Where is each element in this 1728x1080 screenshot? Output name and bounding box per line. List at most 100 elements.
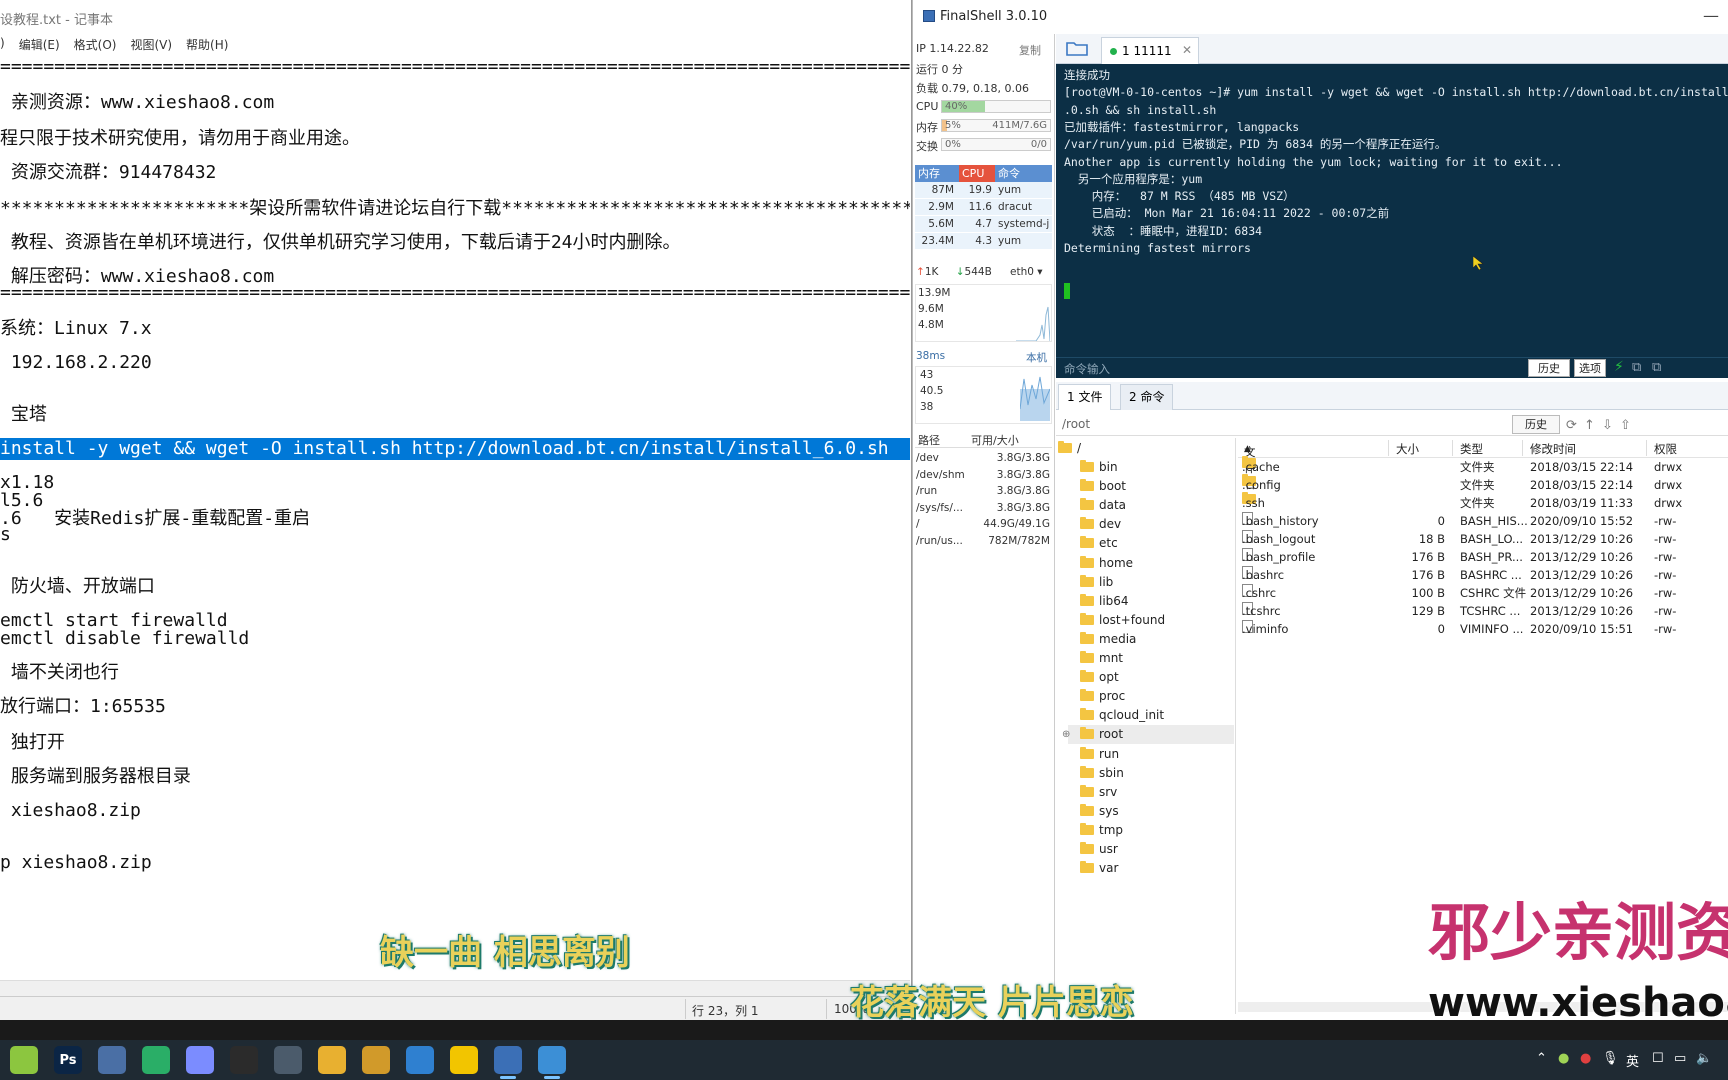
file-row[interactable]: .bash_profile 176 B BASH_PR... 2013/12/29 1… xyxy=(1238,548,1728,566)
qq-icon[interactable] xyxy=(230,1046,258,1074)
volume-icon[interactable]: 🔈 xyxy=(1696,1051,1712,1066)
notepad-icon[interactable] xyxy=(538,1046,566,1079)
photoshop-icon[interactable]: Ps xyxy=(54,1046,82,1074)
tree-node-home[interactable]: home xyxy=(1068,554,1234,573)
app-icon[interactable] xyxy=(450,1046,478,1074)
file-row[interactable]: .bashrc 176 B BASHRC ... 2013/12/29 10:26 -r… xyxy=(1238,566,1728,584)
copy-icon[interactable]: ⧉ xyxy=(1632,360,1641,375)
tree-node-mnt[interactable]: mnt xyxy=(1068,649,1234,668)
text-line: 防火墙、开放端口 xyxy=(0,576,155,597)
paste-icon[interactable]: ⧉ xyxy=(1652,360,1661,375)
microphone-icon[interactable]: 🎙 xyxy=(1602,1051,1619,1066)
tree-node-label: boot xyxy=(1099,479,1127,494)
tree-node-lost-found[interactable]: lost+found xyxy=(1068,611,1234,630)
file-row[interactable]: .config 文件夹 2018/03/15 22:14 drwx xyxy=(1238,474,1728,494)
file-row[interactable]: .cshrc 100 B CSHRC 文件 2013/12/29 10:26 -rw- xyxy=(1238,584,1728,602)
tree-node-qcloud-init[interactable]: qcloud_init xyxy=(1068,706,1234,725)
close-tab-icon[interactable]: ✕ xyxy=(1182,43,1192,57)
process-header-memory[interactable]: 内存 xyxy=(915,165,959,182)
file-row[interactable]: .ssh 文件夹 2018/03/19 11:33 drwx xyxy=(1238,492,1728,512)
file-row[interactable]: .cache 文件夹 2018/03/15 22:14 drwx xyxy=(1238,456,1728,476)
tree-node-lib[interactable]: lib xyxy=(1068,573,1234,592)
session-tab[interactable]: 1 11111 ✕ xyxy=(1101,37,1199,64)
tree-node-proc[interactable]: proc xyxy=(1068,687,1234,706)
copy-ip-button[interactable]: 复制 xyxy=(1019,42,1041,58)
tab-files[interactable]: 1 文件 xyxy=(1058,384,1112,410)
tree-node-srv[interactable]: srv xyxy=(1068,783,1234,802)
command-options-button[interactable]: 选项 xyxy=(1574,359,1606,377)
refresh-icon[interactable]: ⟳ xyxy=(1566,418,1577,433)
tree-node-sys[interactable]: sys xyxy=(1068,802,1234,821)
tray-qq-icon[interactable]: ● xyxy=(1580,1051,1591,1066)
tray-expand-icon[interactable]: ⌃ xyxy=(1536,1051,1547,1066)
app-icon[interactable] xyxy=(362,1046,390,1074)
process-header-command[interactable]: 命令 xyxy=(995,165,1052,182)
folder-icon[interactable] xyxy=(318,1046,346,1074)
minimize-button[interactable]: — xyxy=(1703,6,1719,25)
tree-node-tmp[interactable]: tmp xyxy=(1068,821,1234,840)
menu-help[interactable]: 帮助(H) xyxy=(186,36,228,56)
remote-desktop-icon[interactable] xyxy=(274,1046,302,1074)
command-input-bar[interactable]: 命令输入 历史 选项 ⚡ ⧉ ⧉ xyxy=(1056,357,1728,378)
file-row[interactable]: .tcshrc 129 B TCSHRC ... 2013/12/29 10:26 -r… xyxy=(1238,602,1728,620)
tree-node-root[interactable]: ⊕ root xyxy=(1062,725,1234,745)
file-mtime: 2013/12/29 10:26 xyxy=(1530,586,1634,600)
ime-indicator[interactable]: 英 xyxy=(1626,1051,1639,1070)
column-type[interactable]: 类型 xyxy=(1460,441,1483,457)
open-folder-icon[interactable] xyxy=(1066,40,1088,56)
tree-node-root[interactable]: / xyxy=(1058,439,1081,458)
app-icon[interactable] xyxy=(186,1046,214,1074)
file-row[interactable]: .bash_history 0 BASH_HIS... 2020/09/10 15:5… xyxy=(1238,512,1728,530)
file-mtime: 2013/12/29 10:26 xyxy=(1530,532,1634,546)
expand-icon[interactable]: ⊕ xyxy=(1062,725,1070,744)
process-row[interactable]: 5.6M 4.7 systemd-j xyxy=(915,216,1052,233)
tray-app-icon[interactable]: ● xyxy=(1558,1051,1569,1066)
process-row[interactable]: 87M 19.9 yum xyxy=(915,182,1052,199)
process-header-cpu[interactable]: CPU xyxy=(959,165,995,182)
process-table-header: 内存 CPU 命令 xyxy=(915,165,1052,182)
command-history-button[interactable]: 历史 xyxy=(1528,359,1570,377)
file-permissions: drwx xyxy=(1654,496,1683,510)
tab-commands[interactable]: 2 命令 xyxy=(1120,384,1174,410)
net-interface-select[interactable]: eth0 ▾ xyxy=(1010,266,1043,278)
lightning-icon[interactable]: ⚡ xyxy=(1614,359,1624,375)
tree-node-sbin[interactable]: sbin xyxy=(1068,764,1234,783)
process-row[interactable]: 2.9M 11.6 dracut xyxy=(915,199,1052,216)
file-row[interactable]: .bash_logout 18 B BASH_LO... 2013/12/29 10:… xyxy=(1238,530,1728,548)
notepad-text-area[interactable]: ========================================… xyxy=(0,56,910,980)
tree-node-bin[interactable]: bin xyxy=(1068,458,1234,477)
tree-node-usr[interactable]: usr xyxy=(1068,840,1234,859)
column-mtime[interactable]: 修改时间 xyxy=(1530,441,1576,457)
terminal[interactable]: 连接成功 [root@VM-0-10-centos ~]# yum install… xyxy=(1056,64,1728,378)
tree-node-dev[interactable]: dev xyxy=(1068,515,1234,534)
tree-node-etc[interactable]: etc xyxy=(1068,534,1234,553)
column-permissions[interactable]: 权限 xyxy=(1654,441,1677,457)
wechat-icon[interactable] xyxy=(142,1046,170,1074)
tree-node-lib64[interactable]: lib64 xyxy=(1068,592,1234,611)
notepad-horizontal-scrollbar[interactable] xyxy=(0,980,910,996)
tree-node-media[interactable]: media xyxy=(1068,630,1234,649)
menu-view[interactable]: 视图(V) xyxy=(130,36,172,56)
menu-file-fragment[interactable]: ) xyxy=(0,36,5,56)
network-icon[interactable]: ▭ xyxy=(1674,1051,1686,1066)
app-icon[interactable] xyxy=(10,1046,38,1074)
path-history-button[interactable]: 历史 xyxy=(1512,415,1560,434)
download-icon[interactable]: ⇩ xyxy=(1602,418,1613,433)
path-bar[interactable]: /root 历史 ⟳ ↑ ⇩ ⇧ xyxy=(1056,414,1728,436)
tree-node-run[interactable]: run xyxy=(1068,745,1234,764)
notification-icon[interactable]: ☐ xyxy=(1652,1051,1664,1066)
process-row[interactable]: 23.4M 4.3 yum xyxy=(915,233,1052,250)
finalshell-icon[interactable] xyxy=(494,1046,522,1079)
menu-format[interactable]: 格式(O) xyxy=(74,36,117,56)
upload-icon[interactable]: ⇧ xyxy=(1620,418,1631,433)
up-directory-icon[interactable]: ↑ xyxy=(1584,418,1595,433)
tree-node-data[interactable]: data xyxy=(1068,496,1234,515)
tree-node-opt[interactable]: opt xyxy=(1068,668,1234,687)
menu-edit[interactable]: 编辑(E) xyxy=(19,36,60,56)
column-size[interactable]: 大小 xyxy=(1396,441,1419,457)
tree-node-var[interactable]: var xyxy=(1068,859,1234,878)
tree-node-boot[interactable]: boot xyxy=(1068,477,1234,496)
app-icon[interactable] xyxy=(406,1046,434,1074)
file-row[interactable]: .viminfo 0 VIMINFO ... 2020/09/10 15:51 -rw- xyxy=(1238,620,1728,638)
computer-icon[interactable] xyxy=(98,1046,126,1074)
